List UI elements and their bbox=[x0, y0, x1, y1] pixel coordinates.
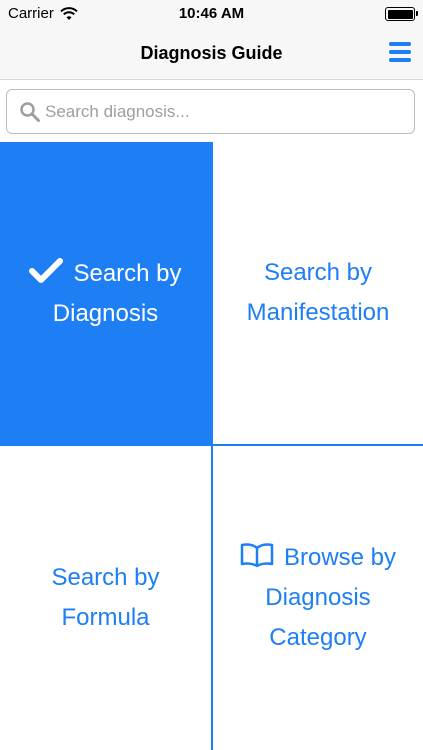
search-area bbox=[0, 81, 423, 142]
tile-label-line1: Search by bbox=[51, 564, 160, 591]
status-time: 10:46 AM bbox=[178, 5, 245, 22]
tile-browse-by-category[interactable]: Browse by Diagnosis Category bbox=[211, 446, 423, 750]
search-box[interactable] bbox=[6, 89, 415, 134]
tile-label-line2: Formula bbox=[61, 604, 150, 631]
tile-search-by-formula[interactable]: Search by Formula bbox=[0, 446, 211, 750]
tile-label-line1: Search by bbox=[263, 259, 373, 286]
status-bar: Carrier 10:46 AM bbox=[0, 0, 423, 30]
tile-search-by-manifestation[interactable]: Search by Manifestation bbox=[211, 142, 423, 446]
battery-level bbox=[387, 9, 413, 19]
checkmark-icon bbox=[29, 258, 64, 283]
tile-label: Search by Manifestation bbox=[247, 253, 390, 333]
search-input[interactable] bbox=[45, 96, 405, 128]
tile-label-line2: Diagnosis bbox=[265, 584, 371, 611]
tile-label-line1: Browse by bbox=[283, 544, 397, 571]
tile-label-line3: Category bbox=[269, 624, 367, 651]
page-title: Diagnosis Guide bbox=[140, 43, 283, 63]
battery-icon bbox=[385, 7, 418, 21]
book-icon bbox=[240, 543, 274, 568]
search-icon bbox=[20, 102, 40, 122]
tile-label-line1: Search by bbox=[73, 260, 182, 287]
hamburger-menu-icon[interactable] bbox=[389, 42, 411, 62]
tile-label-line2: Manifestation bbox=[246, 299, 390, 326]
tile-label: Search by Diagnosis bbox=[29, 254, 182, 334]
tile-label: Search by Formula bbox=[51, 558, 159, 638]
navigation-bar: Diagnosis Guide bbox=[0, 30, 423, 80]
tile-label-line2: Diagnosis bbox=[52, 300, 159, 327]
menu-grid: Search by Diagnosis Search by Manifestat… bbox=[0, 142, 423, 750]
tile-label: Browse by Diagnosis Category bbox=[240, 538, 396, 658]
tile-search-by-diagnosis[interactable]: Search by Diagnosis bbox=[0, 142, 211, 446]
